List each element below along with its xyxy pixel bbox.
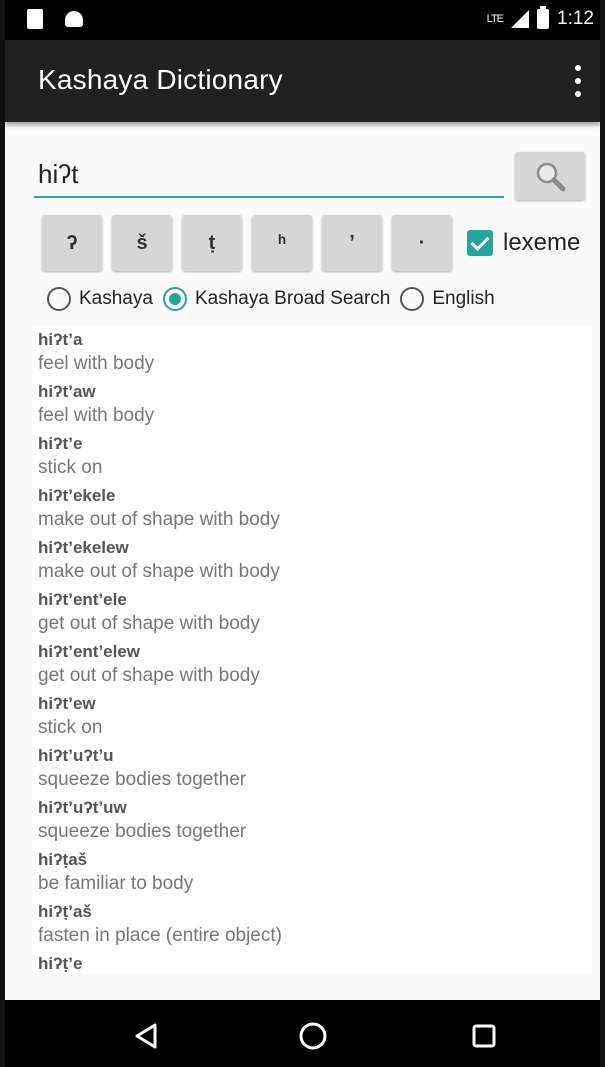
results-list[interactable]: hiʔt’a feel with body hiʔt’aw feel with …: [32, 326, 592, 974]
status-indicators: LTE 1:12: [486, 6, 594, 30]
android-icon: [65, 11, 83, 27]
list-item[interactable]: hiʔt’uʔt’u squeeze bodies together: [32, 742, 592, 794]
result-definition: feel with body: [38, 353, 155, 374]
result-term: hiʔt’ew: [38, 694, 96, 713]
list-item[interactable]: hiʔt’aw feel with body: [32, 378, 592, 430]
checkbox-checked-icon: [467, 230, 493, 256]
char-button-ejective[interactable]: ʼ: [322, 215, 382, 271]
result-term: hiʔt’ekelew: [38, 538, 129, 557]
radio-english[interactable]: English: [400, 287, 495, 311]
result-definition: make out of shape with body: [38, 509, 280, 530]
search-button[interactable]: [515, 152, 585, 200]
lexeme-checkbox[interactable]: lexeme: [467, 229, 580, 257]
navigation-bar: [5, 1000, 600, 1067]
radio-label: Kashaya Broad Search: [194, 288, 391, 309]
status-time: 1:12: [557, 8, 594, 29]
list-item[interactable]: hiʔt’ew stick on: [32, 690, 592, 742]
result-term: hiʔt’e: [38, 434, 83, 453]
menu-dot: [575, 65, 581, 72]
home-button[interactable]: [297, 1020, 329, 1052]
char-button-aspiration[interactable]: ʰ: [252, 215, 312, 271]
result-term: hiʔt’uʔt’uw: [38, 798, 127, 817]
frame-edge-right: [600, 0, 605, 1067]
result-definition: stick on: [38, 457, 103, 478]
list-item[interactable]: hiʔt’ent’ele get out of shape with body: [32, 586, 592, 638]
radio-kashaya[interactable]: Kashaya: [47, 287, 153, 311]
result-definition: get out of shape with body: [38, 613, 260, 634]
radio-kashaya-broad-search[interactable]: Kashaya Broad Search: [162, 287, 391, 311]
sd-card-icon: [27, 9, 43, 29]
search-input[interactable]: [34, 152, 504, 198]
result-definition: make out of shape with body: [38, 561, 280, 582]
menu-dot: [575, 77, 581, 84]
result-term: hiʔṭ’e: [38, 954, 83, 973]
signal-icon: [511, 10, 530, 28]
result-term: hiʔṭ’aš: [38, 902, 92, 921]
result-definition: get out of shape with body: [38, 665, 260, 686]
list-item[interactable]: hiʔṭ’e: [32, 950, 592, 974]
result-term: hiʔt’ent’elew: [38, 642, 141, 661]
result-definition: fasten in place (entire object): [38, 925, 282, 946]
radio-label: Kashaya: [79, 288, 153, 309]
magnifier-icon: [536, 162, 566, 192]
overflow-menu-icon[interactable]: [568, 62, 588, 100]
list-item[interactable]: hiʔṭaš be familiar to body: [32, 846, 592, 898]
network-label: LTE: [486, 13, 504, 25]
result-definition: squeeze bodies together: [38, 769, 247, 790]
radio-selected-icon: [162, 287, 187, 311]
special-char-buttons: ʔ š ṭ ʰ ʼ ·: [42, 215, 452, 271]
list-item[interactable]: hiʔṭ’aš fasten in place (entire object): [32, 898, 592, 950]
list-item[interactable]: hiʔt’a feel with body: [32, 326, 592, 378]
recents-button[interactable]: [468, 1020, 500, 1052]
list-item[interactable]: hiʔt’ekelew make out of shape with body: [32, 534, 592, 586]
back-triangle-icon: [135, 1023, 157, 1049]
result-definition: squeeze bodies together: [38, 821, 247, 842]
char-button-length[interactable]: ·: [392, 215, 452, 271]
result-term: hiʔṭaš: [38, 850, 88, 869]
result-term: hiʔt’a: [38, 330, 83, 349]
list-item[interactable]: hiʔt’ekele make out of shape with body: [32, 482, 592, 534]
result-term: hiʔt’aw: [38, 382, 96, 401]
recents-square-icon: [472, 1024, 496, 1048]
result-definition: stick on: [38, 717, 103, 738]
app-title: Kashaya Dictionary: [38, 64, 283, 95]
char-button-glottal-stop[interactable]: ʔ: [42, 215, 102, 271]
radio-label: English: [432, 288, 495, 309]
home-circle-icon: [299, 1022, 327, 1050]
phone-screen: LTE 1:12 Kashaya Dictionary ʔ š ṭ ʰ ʼ · …: [5, 0, 600, 1067]
app-bar: Kashaya Dictionary: [5, 40, 600, 122]
list-item[interactable]: hiʔt’e stick on: [32, 430, 592, 482]
result-term: hiʔt’uʔt’u: [38, 746, 114, 765]
char-button-t-dot[interactable]: ṭ: [182, 215, 242, 271]
battery-icon: [537, 6, 550, 29]
radio-unselected-icon: [47, 287, 71, 311]
status-bar: LTE 1:12: [5, 0, 600, 40]
result-definition: be familiar to body: [38, 873, 194, 894]
result-definition: feel with body: [38, 405, 155, 426]
list-item[interactable]: hiʔt’uʔt’uw squeeze bodies together: [32, 794, 592, 846]
result-term: hiʔt’ent’ele: [38, 590, 127, 609]
back-button[interactable]: [130, 1020, 162, 1052]
lexeme-label: lexeme: [503, 229, 581, 256]
list-item[interactable]: hiʔt’ent’elew get out of shape with body: [32, 638, 592, 690]
status-notifications: [27, 9, 83, 29]
menu-dot: [575, 90, 581, 97]
result-term: hiʔt’ekele: [38, 486, 116, 505]
radio-unselected-icon: [400, 287, 425, 311]
search-mode-group: Kashaya Kashaya Broad Search English: [47, 287, 505, 311]
char-button-s-caron[interactable]: š: [112, 215, 172, 271]
